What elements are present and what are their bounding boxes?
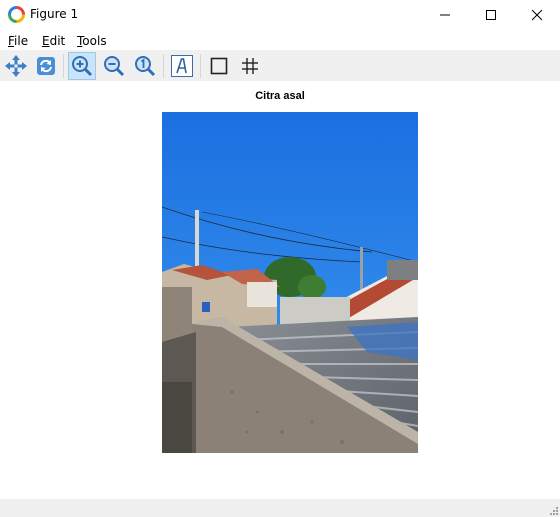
app-logo-icon	[8, 6, 25, 23]
menu-tools[interactable]: Tools	[77, 34, 107, 48]
zoom-in-button[interactable]	[68, 52, 96, 80]
menu-file[interactable]: File	[8, 34, 28, 48]
zoom-in-icon	[72, 56, 93, 77]
menu-bar: File Edit Tools	[0, 31, 560, 50]
figure-canvas[interactable]: Citra asal	[0, 81, 560, 499]
window-title: Figure 1	[30, 7, 79, 21]
grid-toggle-icon	[242, 58, 258, 74]
photo-image	[162, 112, 418, 453]
pan-move-icon	[5, 55, 27, 77]
menu-edit[interactable]: Edit	[42, 34, 65, 48]
axes-box-icon	[210, 57, 228, 75]
resize-grip-icon[interactable]	[548, 505, 558, 515]
status-bar	[0, 499, 560, 517]
zoom-out-icon	[104, 56, 125, 77]
reset-view-button[interactable]	[32, 52, 60, 80]
toolbar	[0, 50, 560, 81]
close-icon	[531, 9, 543, 21]
axes-title: Citra asal	[255, 90, 305, 102]
minimize-button[interactable]	[422, 0, 468, 30]
displayed-image	[162, 112, 418, 453]
maximize-button[interactable]	[468, 0, 514, 30]
title-bar[interactable]: Figure 1	[0, 0, 560, 30]
text-annotation-button[interactable]	[168, 52, 196, 80]
toolbar-separator	[200, 54, 201, 78]
reset-view-icon	[37, 57, 55, 75]
text-annotation-icon	[171, 55, 193, 77]
toolbar-separator	[163, 54, 164, 78]
figure-window: Figure 1 File Edit Tools Citra asal	[0, 0, 560, 517]
zoom-out-button[interactable]	[100, 52, 128, 80]
close-button[interactable]	[514, 0, 560, 30]
pan-button[interactable]	[2, 52, 30, 80]
axes-box-button[interactable]	[205, 52, 233, 80]
grid-toggle-button[interactable]	[236, 52, 264, 80]
toolbar-separator	[63, 54, 64, 78]
zoom-reset-button[interactable]	[131, 52, 159, 80]
maximize-icon	[486, 10, 496, 20]
minimize-icon	[440, 14, 450, 16]
zoom-reset-icon	[135, 56, 156, 77]
